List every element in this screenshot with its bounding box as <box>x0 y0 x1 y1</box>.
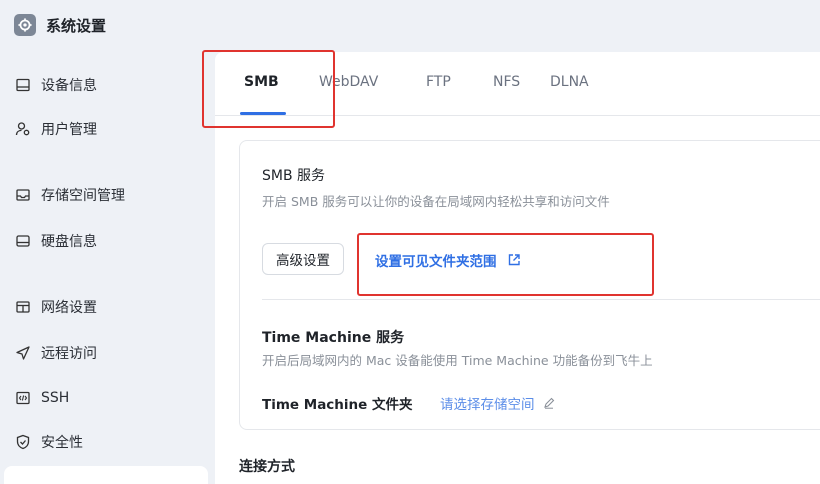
main-panel: SMB WebDAV FTP NFS DLNA SMB 服务 开启 SMB 服务… <box>215 52 820 484</box>
network-icon <box>15 299 31 315</box>
sidebar: 设备信息 用户管理 存储空间管理 硬盘信息 网络设置 远程访问 SSH 安全性 <box>0 50 215 484</box>
smb-settings-card: SMB 服务 开启 SMB 服务可以让你的设备在局域网内轻松共享和访问文件 高级… <box>239 140 820 430</box>
connection-method-title: 连接方式 <box>239 459 295 475</box>
visible-folders-link-label: 设置可见文件夹范围 <box>375 254 497 270</box>
sidebar-item-remote-access[interactable]: 远程访问 <box>15 340 97 366</box>
visible-folders-link[interactable]: 设置可见文件夹范围 <box>375 250 521 270</box>
sidebar-item-label: 存储空间管理 <box>41 188 125 204</box>
advanced-settings-button[interactable]: 高级设置 <box>262 243 344 275</box>
external-link-icon <box>508 254 520 266</box>
sidebar-item-storage-management[interactable]: 存储空间管理 <box>15 182 125 208</box>
sidebar-item-disk-info[interactable]: 硬盘信息 <box>15 228 97 254</box>
tab-ftp[interactable]: FTP <box>426 74 451 90</box>
sidebar-item-partial[interactable] <box>4 466 208 484</box>
sidebar-item-ssh[interactable]: SSH <box>15 385 69 411</box>
time-machine-description: 开启后局域网内的 Mac 设备能使用 Time Machine 功能备份到飞牛上 <box>262 353 653 368</box>
sidebar-item-label: 设备信息 <box>41 78 97 94</box>
tab-smb[interactable]: SMB <box>244 74 279 90</box>
gear-icon <box>14 14 36 36</box>
security-shield-icon <box>15 434 31 450</box>
tab-webdav[interactable]: WebDAV <box>319 74 378 90</box>
storage-icon <box>15 187 31 203</box>
edit-pencil-icon <box>543 397 554 409</box>
time-machine-title: Time Machine 服务 <box>262 330 405 346</box>
sidebar-item-security[interactable]: 安全性 <box>15 429 83 455</box>
sidebar-item-label: 安全性 <box>41 435 83 451</box>
tab-bar: SMB WebDAV FTP NFS DLNA <box>215 52 820 116</box>
remote-access-icon <box>15 345 31 361</box>
select-storage-link[interactable]: 请选择存储空间 <box>440 393 555 413</box>
smb-service-description: 开启 SMB 服务可以让你的设备在局域网内轻松共享和访问文件 <box>262 194 610 209</box>
time-machine-folder-label: Time Machine 文件夹 <box>262 397 413 413</box>
select-storage-label: 请选择存储空间 <box>440 397 535 413</box>
disk-icon <box>15 233 31 249</box>
active-tab-indicator <box>240 112 286 115</box>
sidebar-item-label: 远程访问 <box>41 346 97 362</box>
sidebar-item-network-settings[interactable]: 网络设置 <box>15 294 97 320</box>
sidebar-item-label: 用户管理 <box>41 122 97 138</box>
tab-nfs[interactable]: NFS <box>493 74 520 90</box>
smb-service-title: SMB 服务 <box>262 168 326 184</box>
sidebar-item-label: 硬盘信息 <box>41 234 97 250</box>
app-header: 系统设置 <box>0 0 820 50</box>
sidebar-item-device-info[interactable]: 设备信息 <box>15 72 97 98</box>
divider <box>262 299 820 300</box>
user-icon <box>15 121 31 137</box>
sidebar-item-user-management[interactable]: 用户管理 <box>15 116 97 142</box>
sidebar-item-label: SSH <box>41 390 70 406</box>
tab-dlna[interactable]: DLNA <box>550 74 589 90</box>
app-title: 系统设置 <box>46 16 107 35</box>
sidebar-item-label: 网络设置 <box>41 300 97 316</box>
ssh-icon <box>15 390 31 406</box>
device-icon <box>15 77 31 93</box>
